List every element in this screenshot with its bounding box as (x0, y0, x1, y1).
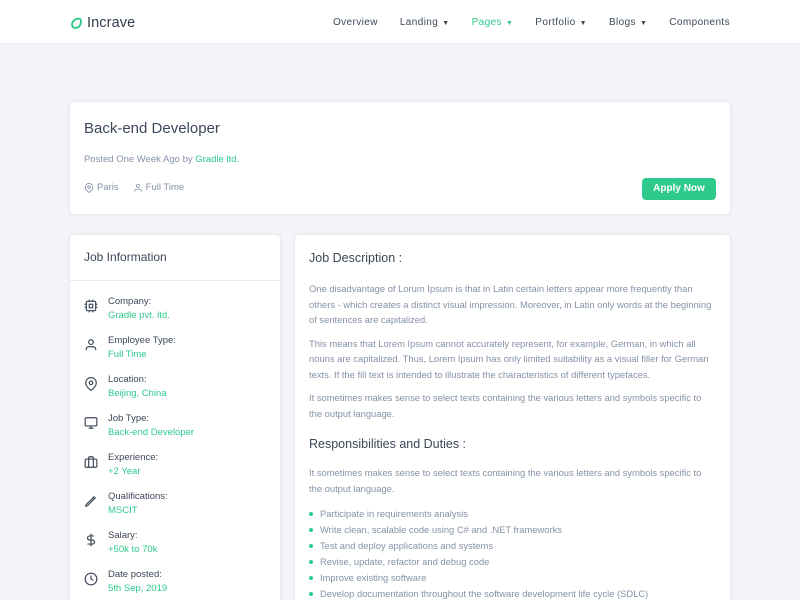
duty-text: Improve existing software (320, 572, 427, 583)
nav-landing-label: Landing (399, 16, 439, 28)
job-information-card: Job Information Company: Gradle pvt. ltd… (69, 234, 281, 600)
info-value: +2 Year (108, 466, 141, 477)
job-type-text: Full Time (145, 182, 185, 193)
job-location-text: Paris (97, 182, 119, 193)
dollar-sign-icon (86, 533, 96, 547)
job-title: Back-end Developer (84, 120, 220, 137)
duty-text: Write clean, scalable code using C# and … (320, 524, 562, 535)
description-paragraph: It sometimes makes sense to select texts… (309, 392, 702, 419)
info-value: Back-end Developer (108, 427, 195, 438)
duty-text: Develop documentation throughout the sof… (320, 588, 649, 599)
info-label: Experience: (108, 452, 159, 463)
duty-item: Improve existing software (309, 570, 716, 586)
logo-icon (71, 17, 82, 29)
user-icon (133, 183, 142, 192)
info-item-qualifications: Qualifications: MSCIT (70, 490, 280, 529)
brand-logo[interactable]: Incrave (70, 13, 135, 33)
nav-blogs[interactable]: Blogs ▼ (609, 17, 647, 28)
company-link[interactable]: Gradle ltd. (195, 154, 239, 165)
map-pin-icon (84, 182, 94, 193)
cpu-icon (84, 299, 98, 313)
bullet-icon (309, 528, 313, 532)
posted-info: Posted One Week Ago by Gradle ltd. (84, 154, 239, 165)
chevron-down-icon: ▼ (505, 19, 514, 27)
bullet-icon (309, 560, 313, 564)
nav-blogs-label: Blogs (608, 16, 636, 28)
job-description-card: Job Description : One disadvantage of Lo… (294, 234, 731, 600)
briefcase-icon (84, 456, 98, 468)
duty-text: Test and deploy applications and systems (320, 540, 494, 551)
nav-portfolio-label: Portfolio (535, 16, 576, 28)
nav-components-label: Components (669, 16, 730, 28)
duty-item: Test and deploy applications and systems (309, 538, 716, 554)
pen-tool-icon (84, 496, 96, 508)
duty-text: Participate in requirements analysis (320, 508, 468, 519)
info-item-location: Location: Beijing, China (70, 373, 280, 412)
main-nav: Overview Landing ▼ Pages ▼ Portfolio ▼ B… (333, 0, 730, 44)
nav-overview[interactable]: Overview (333, 17, 378, 28)
description-paragraph: This means that Lorem Ipsum cannot accur… (309, 337, 709, 380)
nav-portfolio[interactable]: Portfolio ▼ (535, 17, 587, 28)
job-information-heading: Job Information (70, 235, 280, 281)
info-label: Location: (108, 374, 147, 385)
info-item-employee-type: Employee Type: Full Time (70, 334, 280, 373)
info-item-company: Company: Gradle pvt. ltd. (70, 295, 280, 334)
info-value: +50k to 70k (108, 544, 158, 555)
apply-now-button[interactable]: Apply Now (642, 178, 716, 200)
info-value: Beijing, China (108, 388, 167, 399)
bullet-icon (309, 544, 313, 548)
job-meta: Paris Full Time (84, 182, 184, 193)
nav-landing[interactable]: Landing ▼ (400, 17, 450, 28)
job-type: Full Time (133, 182, 185, 193)
duty-text: Revise, update, refactor and debug code (320, 556, 490, 567)
responsibilities-intro: It sometimes makes sense to select texts… (309, 467, 702, 494)
duty-item: Participate in requirements analysis (309, 506, 716, 522)
info-value: Gradle pvt. ltd. (108, 310, 170, 321)
info-value: 5th Sep, 2019 (108, 583, 168, 594)
chevron-down-icon: ▼ (639, 19, 648, 27)
posted-prefix: Posted One Week Ago by (84, 154, 193, 165)
info-value: MSCIT (108, 505, 138, 516)
info-label: Salary: (108, 530, 138, 541)
info-item-date-posted: Date posted: 5th Sep, 2019 (70, 568, 280, 600)
top-navbar: Incrave Overview Landing ▼ Pages ▼ Portf… (0, 0, 800, 44)
brand-name: Incrave (87, 15, 136, 31)
description-paragraph: One disadvantage of Lorum Ipsum is that … (309, 283, 712, 325)
info-item-job-type: Job Type: Back-end Developer (70, 412, 280, 451)
chevron-down-icon: ▼ (579, 19, 587, 27)
info-value: Full Time (108, 349, 147, 360)
clock-icon (84, 572, 98, 586)
nav-components[interactable]: Components (669, 17, 730, 28)
duty-item: Develop documentation throughout the sof… (309, 586, 716, 600)
info-label: Date posted: (108, 569, 162, 580)
info-label: Job Type: (108, 413, 150, 424)
job-information-list: Company: Gradle pvt. ltd. Employee Type:… (70, 281, 280, 600)
info-label: Company: (108, 296, 152, 307)
nav-overview-label: Overview (332, 16, 378, 28)
duty-item: Write clean, scalable code using C# and … (309, 522, 716, 538)
info-label: Employee Type: (108, 335, 176, 346)
duty-item: Revise, update, refactor and debug code (309, 554, 716, 570)
nav-pages[interactable]: Pages ▼ (472, 17, 514, 28)
responsibilities-heading: Responsibilities and Duties : (309, 437, 467, 451)
info-label: Qualifications: (108, 491, 168, 502)
monitor-icon (84, 417, 98, 429)
info-item-salary: Salary: +50k to 70k (70, 529, 280, 568)
duties-list: Participate in requirements analysis Wri… (309, 506, 716, 600)
chevron-down-icon: ▼ (442, 19, 450, 27)
job-location: Paris (84, 182, 119, 193)
nav-pages-label: Pages (471, 16, 502, 28)
user-icon (85, 339, 97, 351)
job-description-heading: Job Description : (309, 251, 403, 265)
map-pin-icon (85, 377, 97, 391)
bullet-icon (309, 592, 313, 596)
bullet-icon (309, 512, 313, 516)
bullet-icon (309, 576, 313, 580)
info-item-experience: Experience: +2 Year (70, 451, 280, 490)
job-header-card: Back-end Developer Posted One Week Ago b… (69, 101, 731, 215)
